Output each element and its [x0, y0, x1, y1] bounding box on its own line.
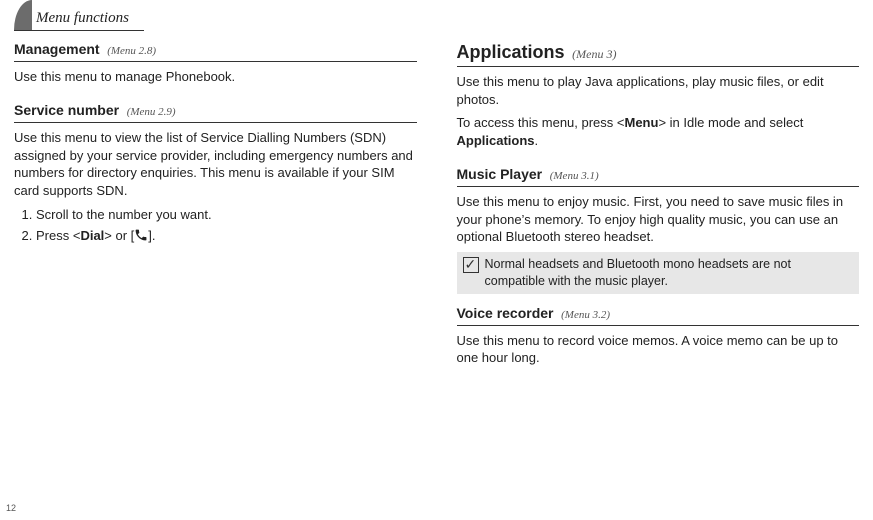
- page-number: 12: [6, 502, 16, 514]
- applications-heading: Applications (Menu 3): [457, 40, 860, 64]
- management-body: Use this menu to manage Phonebook.: [14, 68, 417, 86]
- header-rule: [14, 30, 144, 31]
- check-icon: [463, 257, 479, 273]
- applications-title: Applications: [457, 42, 565, 62]
- step2-suffix: > or [: [104, 228, 134, 243]
- apps-p2-menu: Menu: [625, 115, 659, 130]
- left-column: Management (Menu 2.8) Use this menu to m…: [14, 40, 417, 373]
- applications-ref: (Menu 3): [568, 47, 616, 61]
- management-ref: (Menu 2.8): [103, 45, 156, 57]
- music-player-note: Normal headsets and Bluetooth mono heads…: [457, 252, 860, 294]
- section-rule: [14, 122, 417, 123]
- service-number-body: Use this menu to view the list of Servic…: [14, 129, 417, 199]
- note-text: Normal headsets and Bluetooth mono heads…: [485, 256, 854, 290]
- voice-recorder-body: Use this menu to record voice memos. A v…: [457, 332, 860, 367]
- service-number-ref: (Menu 2.9): [123, 106, 176, 118]
- voice-recorder-title: Voice recorder: [457, 305, 554, 321]
- voice-recorder-ref: (Menu 3.2): [557, 309, 610, 321]
- page-tab-decoration: [14, 0, 32, 30]
- music-player-body: Use this menu to enjoy music. First, you…: [457, 193, 860, 246]
- apps-p2-prefix: To access this menu, press <: [457, 115, 625, 130]
- service-number-steps: Scroll to the number you want. Press <Di…: [14, 206, 417, 245]
- music-player-ref: (Menu 3.1): [546, 170, 599, 182]
- content-columns: Management (Menu 2.8) Use this menu to m…: [14, 40, 859, 373]
- service-number-heading: Service number (Menu 2.9): [14, 101, 417, 120]
- apps-p2-suffix: .: [535, 133, 539, 148]
- applications-body-2: To access this menu, press <Menu> in Idl…: [457, 114, 860, 149]
- apps-p2-applications: Applications: [457, 133, 535, 148]
- management-title: Management: [14, 41, 100, 57]
- running-header: Menu functions: [36, 8, 129, 28]
- applications-body-1: Use this menu to play Java applications,…: [457, 73, 860, 108]
- voice-recorder-heading: Voice recorder (Menu 3.2): [457, 304, 860, 323]
- step2-prefix: Press <: [36, 228, 80, 243]
- step2-dial: Dial: [80, 228, 104, 243]
- step2-tail: ].: [148, 228, 155, 243]
- call-icon: [134, 228, 148, 242]
- service-number-title: Service number: [14, 102, 119, 118]
- section-rule: [14, 61, 417, 62]
- right-column: Applications (Menu 3) Use this menu to p…: [457, 40, 860, 373]
- section-rule: [457, 325, 860, 326]
- section-rule: [457, 66, 860, 67]
- music-player-title: Music Player: [457, 166, 543, 182]
- manual-page: Menu functions Management (Menu 2.8) Use…: [0, 0, 873, 520]
- management-heading: Management (Menu 2.8): [14, 40, 417, 59]
- step-1: Scroll to the number you want.: [36, 206, 417, 224]
- music-player-heading: Music Player (Menu 3.1): [457, 165, 860, 184]
- step-2: Press <Dial> or [].: [36, 227, 417, 245]
- section-rule: [457, 186, 860, 187]
- apps-p2-mid: > in Idle mode and select: [658, 115, 803, 130]
